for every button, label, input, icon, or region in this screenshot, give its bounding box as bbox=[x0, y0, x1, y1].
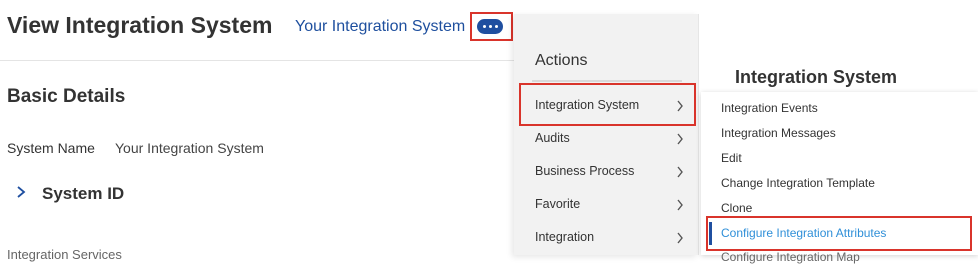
action-item-audits[interactable]: Audits bbox=[514, 124, 698, 154]
chevron-right-icon[interactable] bbox=[14, 184, 28, 200]
action-item-integration[interactable]: Integration bbox=[514, 223, 698, 253]
action-item-integration-system[interactable]: Integration System bbox=[514, 91, 698, 121]
action-item-label: Favorite bbox=[535, 197, 581, 211]
active-item-indicator bbox=[709, 222, 712, 245]
chevron-right-icon bbox=[677, 133, 683, 145]
submenu-item-configure-integration-attributes[interactable]: Configure Integration Attributes bbox=[721, 226, 886, 240]
system-name-value: Your Integration System bbox=[115, 140, 264, 156]
more-horizontal-icon bbox=[482, 25, 486, 28]
related-actions-button[interactable] bbox=[477, 19, 503, 34]
chevron-right-icon bbox=[677, 232, 683, 244]
action-item-business-process[interactable]: Business Process bbox=[514, 157, 698, 187]
system-name-label: System Name bbox=[7, 140, 95, 156]
chevron-right-icon bbox=[677, 199, 683, 211]
action-item-label: Business Process bbox=[535, 164, 635, 178]
chevron-right-icon bbox=[677, 100, 683, 112]
integration-system-link[interactable]: Your Integration System bbox=[295, 18, 465, 36]
actions-title: Actions bbox=[535, 52, 588, 69]
action-item-favorite[interactable]: Favorite bbox=[514, 190, 698, 220]
page-title: View Integration System bbox=[7, 12, 273, 38]
basic-details-title: Basic Details bbox=[7, 86, 126, 107]
header-divider bbox=[0, 60, 514, 61]
action-item-label: Integration System bbox=[535, 98, 640, 112]
action-item-label: Integration bbox=[535, 230, 595, 244]
submenu-item-integration-messages[interactable]: Integration Messages bbox=[721, 126, 836, 140]
submenu-item-clone[interactable]: Clone bbox=[721, 201, 752, 215]
submenu-item-cut-off[interactable]: Configure Integration Map bbox=[721, 250, 860, 264]
chevron-right-icon bbox=[677, 166, 683, 178]
system-id-label[interactable]: System ID bbox=[42, 184, 124, 204]
submenu-item-integration-events[interactable]: Integration Events bbox=[721, 101, 818, 115]
actions-divider bbox=[532, 80, 682, 82]
submenu-item-edit[interactable]: Edit bbox=[721, 151, 742, 165]
submenu-title: Integration System bbox=[735, 67, 898, 87]
action-item-label: Audits bbox=[535, 131, 570, 145]
submenu-item-change-integration-template[interactable]: Change Integration Template bbox=[721, 176, 875, 190]
